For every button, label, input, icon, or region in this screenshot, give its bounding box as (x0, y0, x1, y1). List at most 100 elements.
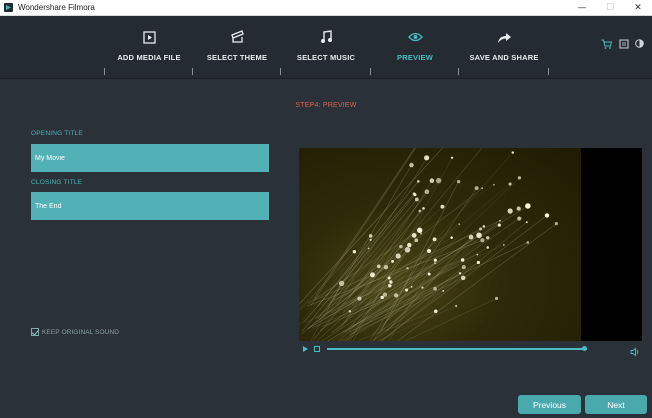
play-icon[interactable] (303, 346, 308, 352)
fiber-light (544, 213, 550, 218)
previous-button[interactable]: Previous (518, 395, 581, 414)
window-controls: — ☐ ✕ (568, 0, 652, 16)
fiber-light (440, 204, 445, 209)
tab-select-music[interactable]: SELECT MUSIC (291, 16, 361, 78)
music-note-icon (318, 29, 334, 45)
keep-original-sound-checkbox[interactable] (31, 328, 39, 336)
fiber-light (450, 236, 453, 239)
fiber-light (507, 208, 513, 214)
opening-title-input[interactable] (31, 144, 269, 172)
share-arrow-icon (496, 29, 512, 45)
fiber-light (486, 236, 490, 240)
video-frame (299, 148, 581, 341)
fiber-light (482, 225, 486, 228)
cart-icon[interactable] (601, 38, 612, 49)
fiber-light (517, 176, 522, 180)
fiber-light (476, 253, 479, 256)
fiber-strand (350, 237, 488, 334)
fiber-light (368, 234, 373, 238)
fiber-light (424, 189, 430, 195)
fiber-light (480, 238, 485, 243)
tab-add-media-file[interactable]: ADD MEDIA FILE (114, 16, 184, 78)
fiber-light (367, 247, 370, 250)
fiber-light (429, 178, 435, 183)
fiber-light (433, 258, 437, 262)
video-preview[interactable] (299, 148, 642, 341)
eye-icon (407, 29, 423, 45)
app-logo-icon (4, 3, 13, 12)
fiber-strand (314, 187, 483, 319)
tab-label: SELECT MUSIC (296, 53, 356, 62)
seek-handle[interactable] (581, 346, 587, 351)
theme-icon (229, 29, 245, 45)
keep-original-sound-label: KEEP ORIGINAL SOUND (42, 328, 120, 336)
volume-icon[interactable] (630, 344, 640, 357)
tab-label: ADD MEDIA FILE (117, 53, 181, 62)
fiber-light (525, 203, 531, 209)
fiber-light (433, 309, 438, 314)
fiber-light (495, 296, 499, 301)
fiber-light (476, 260, 480, 265)
media-file-icon (141, 29, 157, 45)
fiber-light (411, 232, 417, 238)
fiber-strand (369, 152, 514, 315)
seek-bar[interactable] (327, 348, 587, 350)
nav-separator (548, 68, 549, 75)
keep-original-sound-row[interactable]: KEEP ORIGINAL SOUND (31, 328, 119, 336)
fiber-light (486, 246, 489, 249)
title-bar: Wondershare Filmora — ☐ ✕ (0, 0, 652, 16)
nav-separator (280, 68, 281, 75)
fiber-light (413, 193, 417, 197)
fiber-light (406, 267, 409, 270)
fiber-light (420, 232, 423, 235)
fiber-strand (380, 215, 548, 341)
nav-separator (104, 68, 105, 75)
fiber-light (461, 264, 466, 270)
opening-title-label: OPENING TITLE (31, 130, 83, 137)
closing-title-input[interactable] (31, 192, 269, 220)
closing-title-label: CLOSING TITLE (31, 179, 83, 186)
fiber-light (516, 206, 521, 211)
tab-preview[interactable]: PREVIEW (380, 16, 450, 78)
close-button[interactable]: ✕ (624, 0, 652, 16)
fiber-light (455, 304, 458, 308)
fiber-optic-image (299, 148, 558, 341)
fiber-light (458, 223, 461, 225)
fiber-light (442, 289, 445, 292)
tab-save-and-share[interactable]: SAVE AND SHARE (466, 16, 542, 78)
fiber-light (456, 179, 461, 184)
fiber-light (511, 151, 514, 154)
window-title: Wondershare Filmora (18, 3, 95, 12)
fiber-light (352, 250, 357, 254)
nav-separator (458, 68, 459, 75)
step-heading: STEP4: PREVIEW (295, 102, 357, 109)
next-button[interactable]: Next (585, 395, 647, 414)
stop-icon[interactable] (314, 346, 320, 352)
tab-label: SELECT THEME (206, 53, 268, 62)
fiber-light (554, 221, 558, 226)
maximize-button[interactable]: ☐ (596, 0, 624, 16)
fiber-light (416, 180, 420, 183)
fiber-light (526, 241, 530, 244)
fiber-light (460, 258, 465, 262)
fiber-light (497, 223, 501, 227)
fiber-light (517, 216, 522, 221)
fiber-light (525, 221, 528, 224)
fiber-light (424, 155, 430, 161)
brightness-icon[interactable] (634, 38, 645, 49)
step-navigation: ADD MEDIA FILE SELECT THEME SELECT MUSIC… (0, 16, 652, 78)
fiber-light (493, 183, 495, 186)
fiber-light (427, 272, 431, 276)
nav-separator (370, 68, 371, 75)
fiber-light (502, 243, 505, 246)
feedback-icon[interactable] (618, 38, 629, 49)
nav-divider (0, 78, 652, 79)
fiber-light (414, 197, 419, 202)
tab-select-theme[interactable]: SELECT THEME (202, 16, 272, 78)
fiber-light (508, 182, 512, 186)
fiber-light (409, 162, 414, 168)
minimize-button[interactable]: — (568, 0, 596, 16)
fiber-light (474, 186, 479, 191)
tab-label: SAVE AND SHARE (469, 53, 539, 62)
fiber-light (450, 156, 454, 159)
